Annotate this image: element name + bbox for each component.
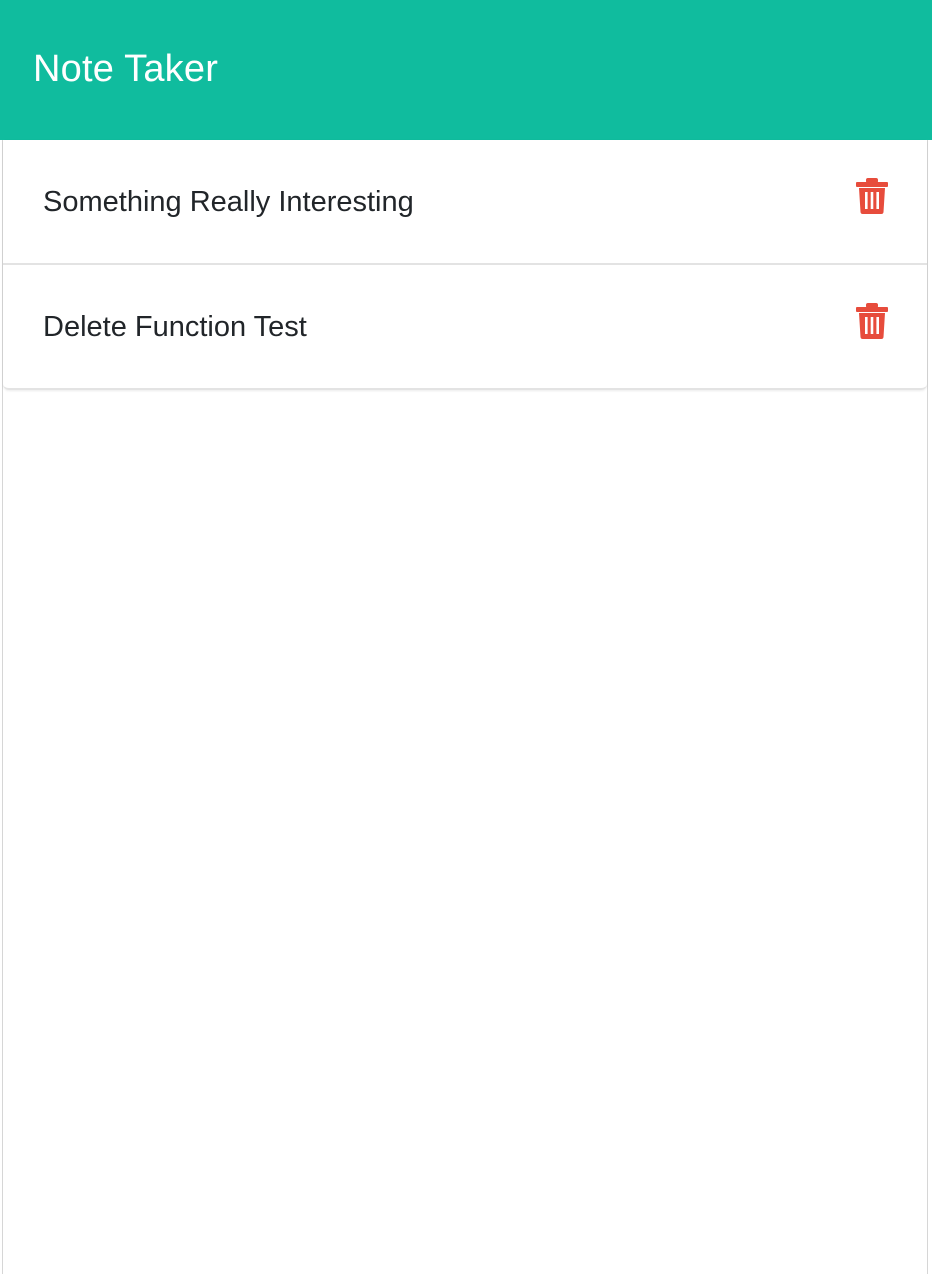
trash-icon — [856, 177, 888, 214]
trash-icon — [856, 302, 888, 339]
delete-note-button[interactable] — [855, 301, 889, 341]
note-list: Something Really Interesting Delete Func… — [3, 140, 927, 390]
note-title: Delete Function Test — [43, 311, 307, 343]
app-title[interactable]: Note Taker — [33, 48, 218, 91]
note-list-item[interactable]: Delete Function Test — [3, 265, 927, 390]
navbar: Note Taker — [0, 0, 932, 140]
delete-note-button[interactable] — [855, 176, 889, 216]
note-title: Something Really Interesting — [43, 186, 414, 218]
note-list-panel: Something Really Interesting Delete Func… — [2, 140, 928, 1274]
note-list-item[interactable]: Something Really Interesting — [3, 140, 927, 265]
